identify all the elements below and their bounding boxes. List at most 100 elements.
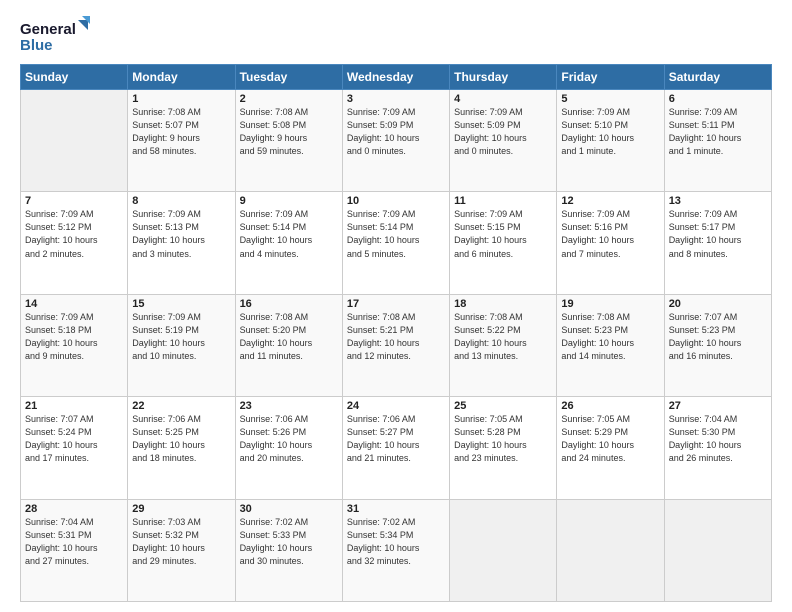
day-info: Sunrise: 7:09 AM Sunset: 5:12 PM Dayligh… [25,208,123,260]
calendar-cell: 21Sunrise: 7:07 AM Sunset: 5:24 PM Dayli… [21,397,128,499]
calendar-cell: 8Sunrise: 7:09 AM Sunset: 5:13 PM Daylig… [128,192,235,294]
day-number: 27 [669,400,767,412]
calendar-cell: 26Sunrise: 7:05 AM Sunset: 5:29 PM Dayli… [557,397,664,499]
header-tuesday: Tuesday [235,65,342,90]
day-number: 9 [240,195,338,207]
day-info: Sunrise: 7:09 AM Sunset: 5:19 PM Dayligh… [132,311,230,363]
calendar-cell: 30Sunrise: 7:02 AM Sunset: 5:33 PM Dayli… [235,499,342,601]
day-info: Sunrise: 7:08 AM Sunset: 5:08 PM Dayligh… [240,106,338,158]
calendar-cell: 18Sunrise: 7:08 AM Sunset: 5:22 PM Dayli… [450,294,557,396]
day-number: 7 [25,195,123,207]
day-number: 28 [25,503,123,515]
calendar-cell: 12Sunrise: 7:09 AM Sunset: 5:16 PM Dayli… [557,192,664,294]
day-info: Sunrise: 7:04 AM Sunset: 5:31 PM Dayligh… [25,516,123,568]
day-number: 4 [454,93,552,105]
day-number: 12 [561,195,659,207]
day-info: Sunrise: 7:08 AM Sunset: 5:07 PM Dayligh… [132,106,230,158]
header-friday: Friday [557,65,664,90]
day-number: 20 [669,298,767,310]
calendar-cell: 14Sunrise: 7:09 AM Sunset: 5:18 PM Dayli… [21,294,128,396]
calendar-cell: 3Sunrise: 7:09 AM Sunset: 5:09 PM Daylig… [342,90,449,192]
day-info: Sunrise: 7:09 AM Sunset: 5:09 PM Dayligh… [347,106,445,158]
svg-text:General: General [20,21,76,38]
day-number: 11 [454,195,552,207]
day-number: 22 [132,400,230,412]
calendar-cell: 10Sunrise: 7:09 AM Sunset: 5:14 PM Dayli… [342,192,449,294]
logo-svg: General Blue [20,16,90,56]
day-number: 29 [132,503,230,515]
header-monday: Monday [128,65,235,90]
day-info: Sunrise: 7:09 AM Sunset: 5:16 PM Dayligh… [561,208,659,260]
header-wednesday: Wednesday [342,65,449,90]
header-sunday: Sunday [21,65,128,90]
day-info: Sunrise: 7:04 AM Sunset: 5:30 PM Dayligh… [669,413,767,465]
calendar-cell: 11Sunrise: 7:09 AM Sunset: 5:15 PM Dayli… [450,192,557,294]
calendar-cell: 27Sunrise: 7:04 AM Sunset: 5:30 PM Dayli… [664,397,771,499]
week-row-5: 28Sunrise: 7:04 AM Sunset: 5:31 PM Dayli… [21,499,772,601]
calendar-cell: 24Sunrise: 7:06 AM Sunset: 5:27 PM Dayli… [342,397,449,499]
svg-text:Blue: Blue [20,37,53,54]
header-saturday: Saturday [664,65,771,90]
calendar-cell: 17Sunrise: 7:08 AM Sunset: 5:21 PM Dayli… [342,294,449,396]
day-info: Sunrise: 7:07 AM Sunset: 5:24 PM Dayligh… [25,413,123,465]
calendar-cell: 4Sunrise: 7:09 AM Sunset: 5:09 PM Daylig… [450,90,557,192]
logo: General Blue [20,16,90,56]
calendar-cell: 25Sunrise: 7:05 AM Sunset: 5:28 PM Dayli… [450,397,557,499]
day-info: Sunrise: 7:09 AM Sunset: 5:18 PM Dayligh… [25,311,123,363]
day-number: 1 [132,93,230,105]
day-info: Sunrise: 7:06 AM Sunset: 5:27 PM Dayligh… [347,413,445,465]
day-info: Sunrise: 7:02 AM Sunset: 5:34 PM Dayligh… [347,516,445,568]
calendar-cell: 9Sunrise: 7:09 AM Sunset: 5:14 PM Daylig… [235,192,342,294]
day-number: 24 [347,400,445,412]
day-info: Sunrise: 7:03 AM Sunset: 5:32 PM Dayligh… [132,516,230,568]
day-info: Sunrise: 7:09 AM Sunset: 5:11 PM Dayligh… [669,106,767,158]
calendar-cell: 13Sunrise: 7:09 AM Sunset: 5:17 PM Dayli… [664,192,771,294]
calendar-cell: 29Sunrise: 7:03 AM Sunset: 5:32 PM Dayli… [128,499,235,601]
day-info: Sunrise: 7:08 AM Sunset: 5:21 PM Dayligh… [347,311,445,363]
day-number: 15 [132,298,230,310]
calendar-cell [21,90,128,192]
header: General Blue [20,16,772,56]
calendar-cell: 31Sunrise: 7:02 AM Sunset: 5:34 PM Dayli… [342,499,449,601]
calendar-header-row: SundayMondayTuesdayWednesdayThursdayFrid… [21,65,772,90]
day-info: Sunrise: 7:06 AM Sunset: 5:25 PM Dayligh… [132,413,230,465]
day-info: Sunrise: 7:09 AM Sunset: 5:17 PM Dayligh… [669,208,767,260]
day-info: Sunrise: 7:05 AM Sunset: 5:28 PM Dayligh… [454,413,552,465]
day-info: Sunrise: 7:06 AM Sunset: 5:26 PM Dayligh… [240,413,338,465]
calendar-cell: 16Sunrise: 7:08 AM Sunset: 5:20 PM Dayli… [235,294,342,396]
day-info: Sunrise: 7:09 AM Sunset: 5:15 PM Dayligh… [454,208,552,260]
calendar-cell: 20Sunrise: 7:07 AM Sunset: 5:23 PM Dayli… [664,294,771,396]
day-number: 31 [347,503,445,515]
day-number: 25 [454,400,552,412]
day-number: 6 [669,93,767,105]
day-number: 18 [454,298,552,310]
calendar-cell: 15Sunrise: 7:09 AM Sunset: 5:19 PM Dayli… [128,294,235,396]
week-row-2: 7Sunrise: 7:09 AM Sunset: 5:12 PM Daylig… [21,192,772,294]
calendar-cell: 2Sunrise: 7:08 AM Sunset: 5:08 PM Daylig… [235,90,342,192]
day-number: 14 [25,298,123,310]
week-row-1: 1Sunrise: 7:08 AM Sunset: 5:07 PM Daylig… [21,90,772,192]
calendar-cell: 5Sunrise: 7:09 AM Sunset: 5:10 PM Daylig… [557,90,664,192]
week-row-4: 21Sunrise: 7:07 AM Sunset: 5:24 PM Dayli… [21,397,772,499]
calendar-cell [450,499,557,601]
day-number: 8 [132,195,230,207]
calendar-cell: 28Sunrise: 7:04 AM Sunset: 5:31 PM Dayli… [21,499,128,601]
day-number: 5 [561,93,659,105]
day-info: Sunrise: 7:08 AM Sunset: 5:23 PM Dayligh… [561,311,659,363]
calendar-table: SundayMondayTuesdayWednesdayThursdayFrid… [20,64,772,602]
calendar-cell: 1Sunrise: 7:08 AM Sunset: 5:07 PM Daylig… [128,90,235,192]
day-info: Sunrise: 7:09 AM Sunset: 5:14 PM Dayligh… [240,208,338,260]
calendar-cell: 7Sunrise: 7:09 AM Sunset: 5:12 PM Daylig… [21,192,128,294]
calendar-cell: 19Sunrise: 7:08 AM Sunset: 5:23 PM Dayli… [557,294,664,396]
calendar-cell: 23Sunrise: 7:06 AM Sunset: 5:26 PM Dayli… [235,397,342,499]
day-info: Sunrise: 7:07 AM Sunset: 5:23 PM Dayligh… [669,311,767,363]
day-number: 17 [347,298,445,310]
calendar-cell: 22Sunrise: 7:06 AM Sunset: 5:25 PM Dayli… [128,397,235,499]
day-info: Sunrise: 7:05 AM Sunset: 5:29 PM Dayligh… [561,413,659,465]
day-number: 13 [669,195,767,207]
day-number: 16 [240,298,338,310]
day-info: Sunrise: 7:09 AM Sunset: 5:13 PM Dayligh… [132,208,230,260]
day-number: 2 [240,93,338,105]
day-info: Sunrise: 7:08 AM Sunset: 5:20 PM Dayligh… [240,311,338,363]
calendar-cell [664,499,771,601]
